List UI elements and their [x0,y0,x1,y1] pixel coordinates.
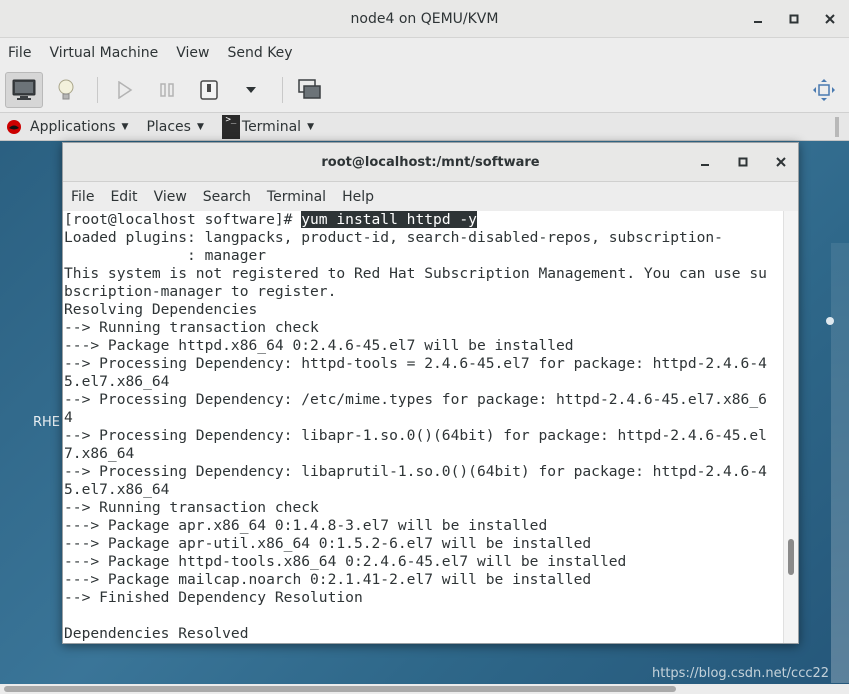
terminal-line: --> Running transaction check [64,499,319,516]
fullscreen-icon [813,79,835,101]
window-titlebar: node4 on QEMU/KVM [0,0,849,38]
minimize-button[interactable] [749,10,767,28]
dropdown-icon [246,87,256,93]
menu-file[interactable]: File [8,45,31,61]
window-controls [749,0,839,38]
vm-toolbar [0,68,849,113]
menu-send-key[interactable]: Send Key [227,45,292,61]
window-title: node4 on QEMU/KVM [350,10,499,27]
close-icon [776,157,786,167]
shutdown-button[interactable] [190,72,228,108]
command-line: [root@localhost software]# yum install h… [64,211,784,229]
lightbulb-icon [58,79,74,100]
terminal-maximize-button[interactable] [734,153,752,171]
shell-prompt: [root@localhost software]# [64,211,302,228]
terminal-line: This system is not registered to Red Hat… [64,265,767,282]
places-menu[interactable]: Places ▼ [146,119,203,135]
terminal-scrollbar[interactable] [783,211,798,643]
terminal-menu-help[interactable]: Help [342,189,374,205]
terminal-menu-file[interactable]: File [71,189,94,205]
redhat-icon [7,119,21,134]
terminal-label: Terminal [241,118,302,135]
maximize-button[interactable] [785,10,803,28]
terminal-line: ---> Package httpd.x86_64 0:2.4.6-45.el7… [64,337,574,354]
monitor-icon [12,79,36,100]
terminal-line: 5.el7.x86_64 [64,373,170,390]
display-hscrollbar[interactable] [0,684,849,694]
terminal-controls [696,143,790,181]
gnome-top-bar: Applications ▼ Places ▼ >_ Terminal ▼ [0,113,849,141]
terminal-line: Dependencies Resolved [64,625,249,642]
menu-view[interactable]: View [176,45,209,61]
details-button[interactable] [47,72,85,108]
terminal-menu[interactable]: >_ Terminal ▼ [221,113,314,141]
terminal-line: ---> Package httpd-tools.x86_64 0:2.4.6-… [64,553,627,570]
toolbar-separator [282,77,283,103]
shutdown-menu-button[interactable] [232,72,270,108]
minimize-icon [754,21,762,23]
terminal-menu-search[interactable]: Search [203,189,251,205]
terminal-line: --> Processing Dependency: httpd-tools =… [64,355,767,372]
terminal-line: --> Processing Dependency: libapr-1.so.0… [64,427,767,444]
terminal-window: root@localhost:/mnt/software File Edit V… [62,142,799,644]
watermark-text: https://blog.csdn.net/ccc22 [652,666,830,681]
terminal-menu-view[interactable]: View [154,189,187,205]
chevron-down-icon: ▼ [121,121,129,132]
close-button[interactable] [821,10,839,28]
minimize-icon [701,164,709,166]
play-icon [118,81,133,99]
terminal-menu-terminal[interactable]: Terminal [267,189,326,205]
terminal-close-button[interactable] [772,153,790,171]
terminal-line: --> Running transaction check [64,319,319,336]
terminal-line: --> Processing Dependency: libaprutil-1.… [64,463,767,480]
desktop-wallpaper-streak [831,243,849,683]
maximize-icon [738,157,748,167]
toolbar-separator [97,77,98,103]
terminal-line: Loaded plugins: langpacks, product-id, s… [64,229,723,246]
terminal-line: --> Processing Dependency: /etc/mime.typ… [64,391,767,408]
applications-label: Applications [30,118,116,135]
terminal-menubar: File Edit View Search Terminal Help [63,182,798,212]
places-label: Places [146,118,191,135]
run-button[interactable] [106,72,144,108]
terminal-line: 4 [64,409,73,426]
desktop-wallpaper-dot [826,317,834,325]
terminal-line: Resolving Dependencies [64,301,258,318]
selected-command[interactable]: yum install httpd -y [301,211,477,228]
terminal-line: ---> Package apr.x86_64 0:1.4.8-3.el7 wi… [64,517,548,534]
app-menubar: File Virtual Machine View Send Key [0,38,849,68]
fullscreen-button[interactable] [811,76,837,104]
terminal-title: root@localhost:/mnt/software [321,154,540,170]
terminal-line: --> Finished Dependency Resolution [64,589,363,606]
terminal-scroll-thumb[interactable] [788,539,794,575]
snapshot-button[interactable] [291,72,329,108]
chevron-down-icon: ▼ [307,121,314,132]
terminal-line: ---> Package apr-util.x86_64 0:1.5.2-6.e… [64,535,592,552]
terminal-titlebar: root@localhost:/mnt/software [63,143,798,182]
terminal-line: 5.el7.x86_64 [64,481,170,498]
terminal-line: : manager [64,247,267,264]
terminal-line: 7.x86_64 [64,445,135,462]
close-icon [825,14,835,24]
console-button[interactable] [5,72,43,108]
power-icon [200,80,218,100]
top-bar-scroll [835,117,839,137]
desktop-icon-label: RHE [33,415,61,430]
pause-icon [160,83,174,97]
terminal-output[interactable]: [root@localhost software]# yum install h… [63,211,784,643]
terminal-text: [root@localhost software]# yum install h… [63,211,784,643]
display-hscroll-thumb[interactable] [4,686,676,692]
screenshot-icon [298,79,321,99]
pause-button[interactable] [148,72,186,108]
terminal-menu-edit[interactable]: Edit [110,189,137,205]
terminal-minimize-button[interactable] [696,153,714,171]
terminal-line: bscription-manager to register. [64,283,337,300]
maximize-icon [789,14,799,24]
terminal-line: ---> Package mailcap.noarch 0:2.1.41-2.e… [64,571,592,588]
chevron-down-icon: ▼ [196,121,204,132]
applications-menu[interactable]: Applications ▼ [6,119,128,135]
menu-virtual-machine[interactable]: Virtual Machine [49,45,158,61]
terminal-icon: >_ [221,114,240,139]
